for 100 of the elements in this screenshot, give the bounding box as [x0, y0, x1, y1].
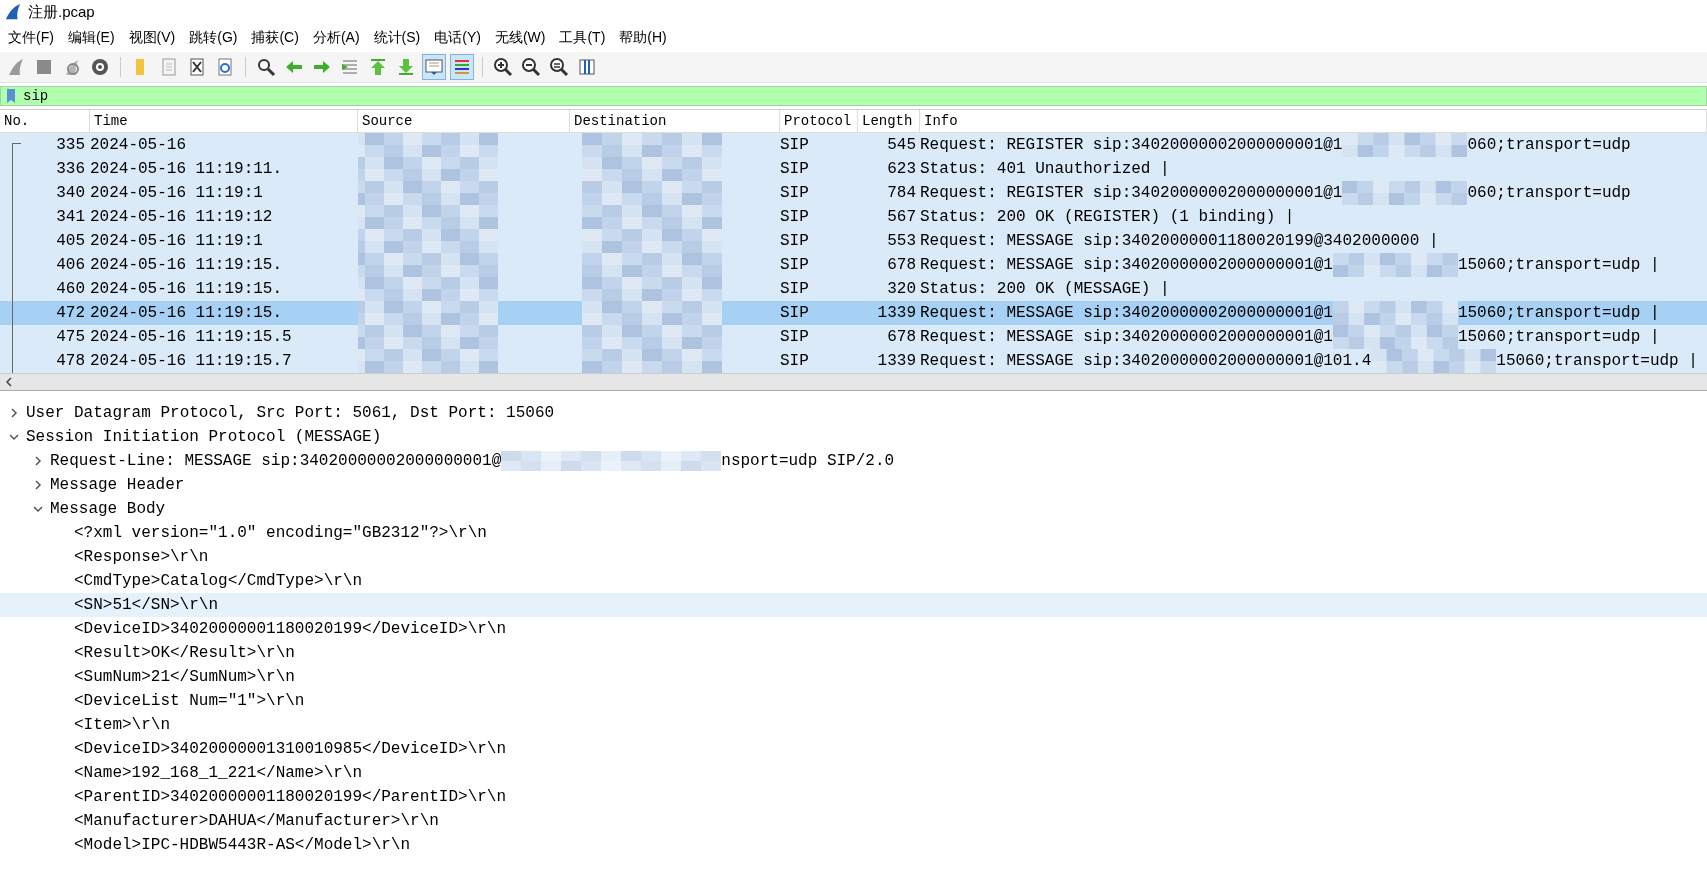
- table-cell: Status: 200 OK (REGISTER) (1 binding) |: [920, 208, 1295, 226]
- toolbar-button[interactable]: [450, 54, 474, 80]
- table-cell: SIP: [780, 304, 809, 322]
- table-cell: 320: [887, 280, 916, 298]
- tree-item[interactable]: <?xml version="1.0" encoding="GB2312"?>\r\n: [74, 524, 487, 542]
- tree-item[interactable]: Message Header: [50, 476, 185, 494]
- shark-fin-icon: [6, 57, 26, 77]
- tree-item[interactable]: <DeviceList Num="1">\r\n: [74, 692, 305, 710]
- tree-item[interactable]: <SN>51</SN>\r\n: [74, 596, 219, 614]
- menu-item[interactable]: 工具(T): [553, 27, 614, 49]
- column-header[interactable]: Time: [90, 110, 358, 132]
- packet-row[interactable]: 406 2024-05-16 11:19:15. SIP 678 Request: MESSAGE sip:34020000002000000001@1 15060;transport=udp |: [0, 253, 1707, 277]
- table-cell: 678: [887, 256, 916, 274]
- table-cell: 336: [56, 160, 85, 178]
- column-header[interactable]: Source: [358, 110, 570, 132]
- column-header[interactable]: Destination: [570, 110, 780, 132]
- table-cell: Status: 200 OK (MESSAGE) |: [920, 280, 1170, 298]
- menu-item[interactable]: 电话(Y): [428, 27, 489, 49]
- tree-item[interactable]: <Result>OK</Result>\r\n: [74, 644, 295, 662]
- tree-item[interactable]: <Model>IPC-HDBW5443R-AS</Model>\r\n: [74, 836, 411, 854]
- table-cell: 2024-05-16 11:19:15.: [90, 280, 283, 298]
- table-cell: 2024-05-16 11:19:15.: [90, 256, 283, 274]
- packet-row[interactable]: 340 2024-05-16 11:19:1 SIP 784 Request: REGISTER sip:34020000002000000001@1 060;transport=udp: [0, 181, 1707, 205]
- menu-item[interactable]: 视图(V): [122, 27, 184, 49]
- tree-item[interactable]: <Name>192_168_1_221</Name>\r\n: [74, 764, 363, 782]
- tree-item[interactable]: <DeviceID>34020000001310010985</DeviceID>\r\n: [74, 740, 507, 758]
- column-header[interactable]: No.: [0, 110, 90, 132]
- column-header[interactable]: Length: [858, 110, 920, 132]
- column-header[interactable]: Info: [920, 110, 1707, 132]
- down-arrow-icon: [396, 57, 416, 77]
- expanded-caret-icon[interactable]: [32, 503, 44, 515]
- colored-lines-icon: [452, 57, 472, 77]
- tree-item[interactable]: <Item>\r\n: [74, 716, 170, 734]
- tree-item[interactable]: <DeviceID>34020000001180020199</DeviceID>\r\n: [74, 620, 507, 638]
- tree-item[interactable]: <Manufacturer>DAHUA</Manufacturer>\r\n: [74, 812, 439, 830]
- table-cell: Request: REGISTER sip:34020000002000000001@1: [920, 136, 1343, 154]
- table-cell: Request: MESSAGE sip:34020000002000000001@101.4: [920, 352, 1372, 370]
- packet-row[interactable]: 336 2024-05-16 11:19:11. SIP 623 Status: 401 Unauthorized |: [0, 157, 1707, 181]
- packet-row[interactable]: 460 2024-05-16 11:19:15. SIP 320 Status: 200 OK (MESSAGE) |: [0, 277, 1707, 301]
- tree-item[interactable]: User Datagram Protocol, Src Port: 5061, Dst Port: 15060: [26, 404, 555, 422]
- table-cell: 475: [56, 328, 85, 346]
- packet-row[interactable]: 405 2024-05-16 11:19:1 SIP 553 Request: MESSAGE sip:34020000001180020199@3402000000 |: [0, 229, 1707, 253]
- packet-row[interactable]: 478 2024-05-16 11:19:15.7 SIP 1339 Request: MESSAGE sip:34020000002000000001@101.4 15060;transport=udp |: [0, 349, 1707, 373]
- collapsed-caret-icon[interactable]: [8, 407, 20, 419]
- packet-row[interactable]: 341 2024-05-16 11:19:12 SIP 567 Status: 200 OK (REGISTER) (1 binding) |: [0, 205, 1707, 229]
- table-cell: 2024-05-16 11:19:15.5: [90, 328, 292, 346]
- table-cell: 15060;transport=udp |: [1457, 304, 1660, 322]
- shark-fin-icon: [4, 3, 22, 21]
- table-cell: 2024-05-16 11:19:1: [90, 184, 263, 202]
- menu-item[interactable]: 文件(F): [2, 27, 62, 49]
- table-cell: 15060;transport=udp |: [1496, 352, 1698, 370]
- tree-item[interactable]: <Response>\r\n: [74, 548, 209, 566]
- collapsed-caret-icon[interactable]: [32, 455, 44, 467]
- menu-item[interactable]: 统计(S): [367, 27, 429, 49]
- tree-item[interactable]: <CmdType>Catalog</CmdType>\r\n: [74, 572, 363, 590]
- table-cell: 2024-05-16: [90, 136, 186, 154]
- zoom-in-icon: [493, 57, 513, 77]
- scroll-left-icon[interactable]: [4, 376, 14, 388]
- menu-item[interactable]: 捕获(C): [245, 27, 307, 49]
- tree-item[interactable]: <ParentID>34020000001180020199</ParentID>\r\n: [74, 788, 507, 806]
- menu-item[interactable]: 帮助(H): [613, 27, 675, 49]
- tree-item[interactable]: nsport=udp SIP/2.0: [721, 452, 895, 470]
- up-arrow-icon: [368, 57, 388, 77]
- table-cell: 060;transport=udp: [1467, 136, 1631, 154]
- table-cell: 2024-05-16 11:19:11.: [90, 160, 283, 178]
- collapsed-caret-icon[interactable]: [32, 479, 44, 491]
- table-cell: Request: MESSAGE sip:34020000002000000001@1: [920, 256, 1333, 274]
- tree-item[interactable]: Session Initiation Protocol (MESSAGE): [26, 428, 382, 446]
- close-icon: [187, 57, 207, 77]
- table-cell: SIP: [780, 232, 809, 250]
- table-cell: 340: [56, 184, 85, 202]
- table-cell: SIP: [780, 160, 809, 178]
- packet-row[interactable]: 335 2024-05-16 SIP 545 Request: REGISTER sip:34020000002000000001@1 060;transport=udp: [0, 133, 1707, 157]
- search-icon: [256, 57, 276, 77]
- table-cell: 478: [56, 352, 85, 370]
- table-cell: Request: MESSAGE sip:34020000002000000001@1: [920, 328, 1333, 346]
- table-cell: SIP: [780, 280, 809, 298]
- table-cell: SIP: [780, 352, 809, 370]
- table-cell: 545: [887, 136, 916, 154]
- menu-item[interactable]: 分析(A): [306, 27, 368, 49]
- table-cell: 406: [56, 256, 85, 274]
- menu-item[interactable]: 无线(W): [488, 27, 554, 49]
- table-cell: 623: [887, 160, 916, 178]
- menu-item[interactable]: 编辑(E): [61, 27, 123, 49]
- table-cell: 15060;transport=udp |: [1457, 256, 1660, 274]
- table-cell: SIP: [780, 256, 809, 274]
- tree-item[interactable]: Message Body: [50, 500, 166, 518]
- horizontal-scrollbar[interactable]: [0, 373, 1707, 390]
- table-cell: 1339: [877, 352, 916, 370]
- packet-row[interactable]: 472 2024-05-16 11:19:15. SIP 1339 Request: MESSAGE sip:34020000002000000001@1 15060;transport=udp |: [0, 301, 1707, 325]
- menu-item[interactable]: 跳转(G): [183, 27, 246, 49]
- tree-item[interactable]: <SumNum>21</SumNum>\r\n: [74, 668, 295, 686]
- columns-icon: [577, 57, 597, 77]
- expanded-caret-icon[interactable]: [8, 431, 20, 443]
- table-cell: 2024-05-16 11:19:15.7: [90, 352, 292, 370]
- table-cell: 405: [56, 232, 85, 250]
- packet-row[interactable]: 475 2024-05-16 11:19:15.5 SIP 678 Request: MESSAGE sip:34020000002000000001@1 15060;transport=udp |: [0, 325, 1707, 349]
- reload-icon: [215, 57, 235, 77]
- tree-item[interactable]: Request-Line: MESSAGE sip:34020000002000000001@: [50, 452, 502, 470]
- column-header[interactable]: Protocol: [780, 110, 858, 132]
